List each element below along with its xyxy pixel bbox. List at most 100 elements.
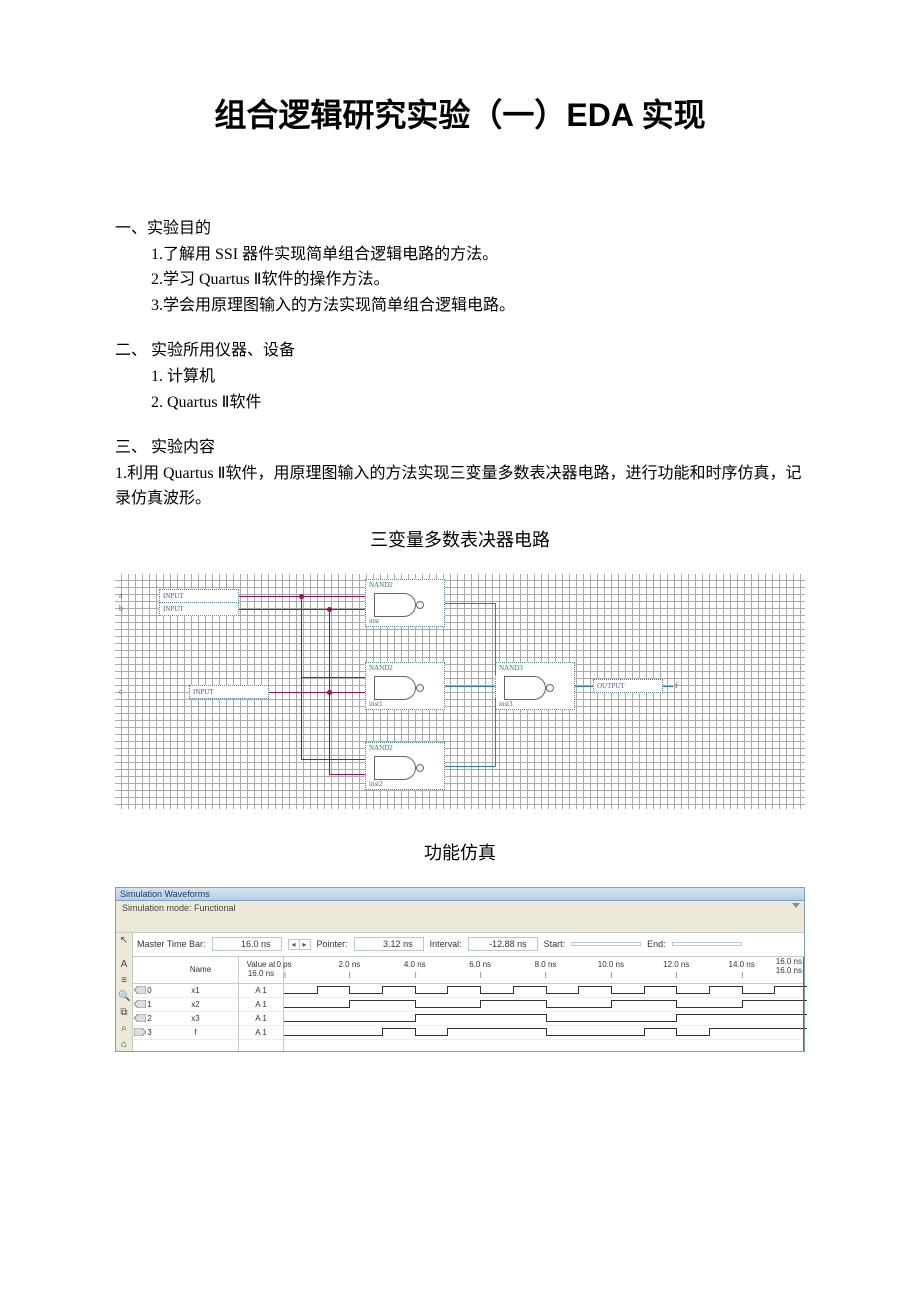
time-ruler: 16.0 ns 16.0 ns 0 ps2.0 ns4.0 ns6.0 ns8.… [284,957,804,984]
input-c-port: INPUT [189,685,269,699]
text-tool-icon[interactable]: A [118,959,130,971]
end-value[interactable] [672,942,742,946]
gate-type: NAND2 [369,581,393,589]
gate-inst: inst3 [499,700,513,708]
wave-row [284,1026,804,1040]
circuit-figure: a INPUT b INPUT c INPUT NAND2 inst NAND2… [115,574,805,809]
wire [239,609,365,610]
pin-icon: 3 [133,1028,153,1037]
gate-type: NAND3 [499,664,523,672]
gate-type: NAND2 [369,744,393,752]
waveform-mode: Simulation mode: Functional [116,901,804,933]
input-c-label: c [119,687,123,696]
signal-name: x2 [153,1000,238,1009]
value-column: Value at 16.0 ns A 1A 1A 1A 1 [239,957,284,1051]
wave-row [284,998,804,1012]
pointer-tool-icon[interactable]: ↖ [118,935,130,947]
page-title: 组合逻辑研究实验（一）EDA 实现 [115,90,805,136]
section-1-item: 1.了解用 SSI 器件实现简单组合逻辑电路的方法。 [115,242,805,268]
wave-area[interactable]: 16.0 ns 16.0 ns 0 ps2.0 ns4.0 ns6.0 ns8.… [284,957,804,1051]
name-column: Name 0x11x22x33f [133,957,239,1051]
time-tick: 14.0 ns [729,960,755,969]
nand-gate-3: NAND2 inst2 [365,742,445,790]
signal-row[interactable]: 1x2 [133,998,238,1012]
section-2-item: 1. 计算机 [115,364,805,390]
nand-gate-2: NAND2 inst1 [365,662,445,710]
search-tool-icon[interactable]: ⌕ [118,1023,130,1035]
home-tool-icon[interactable]: ⌂ [118,1039,130,1051]
waveform-panel: Simulation Waveforms Simulation mode: Fu… [115,887,805,1052]
section-1-item: 2.学习 Quartus Ⅱ软件的操作方法。 [115,267,805,293]
junction [327,690,332,695]
wire [495,697,496,767]
interval-value: -12.88 ns [468,937,538,951]
copy-tool-icon[interactable]: ⧉ [118,1007,130,1019]
signal-value-row: A 1 [239,998,283,1012]
output-f-label: f [675,681,678,690]
interval-label: Interval: [430,939,462,949]
start-value[interactable] [571,942,641,946]
signal-row[interactable]: 2x3 [133,1012,238,1026]
section-3-head: 三、 实验内容 [115,435,805,461]
signal-value: A 1 [239,986,283,995]
wire [445,603,495,604]
nav-buttons[interactable]: ◂▸ [288,939,311,950]
nand-gate-4: NAND3 inst3 [495,662,575,710]
input-b-label: b [119,604,123,613]
wire [663,686,673,687]
section-1-item: 3.学会用原理图输入的方法实现简单组合逻辑电路。 [115,293,805,319]
waveform-figure: Simulation Waveforms Simulation mode: Fu… [115,887,805,1052]
input-a-label: a [119,591,123,600]
wire [301,759,365,760]
master-bar-value[interactable]: 16.0 ns [212,937,282,951]
wire [445,686,495,687]
zoom-tool-icon[interactable]: 🔍 [118,991,130,1003]
circuit-canvas: a INPUT b INPUT c INPUT NAND2 inst NAND2… [115,574,805,809]
pointer-value: 3.12 ns [354,937,424,951]
wire [329,774,365,775]
input-b-port: INPUT [159,602,239,616]
align-tool-icon[interactable]: ≡ [118,975,130,987]
time-tick: 6.0 ns [469,960,491,969]
dropdown-icon[interactable] [792,903,800,908]
output-f-port: OUTPUT [593,679,663,693]
wire [445,766,495,767]
signal-value-row: A 1 [239,1026,283,1040]
pointer-label: Pointer: [317,939,348,949]
pin-icon: 0 [133,986,153,995]
signal-value: A 1 [239,1028,283,1037]
signal-row[interactable]: 0x1 [133,984,238,998]
junction [299,594,304,599]
gate-inst: inst2 [369,780,383,788]
pin-icon: 1 [133,1000,153,1009]
wire [269,692,365,693]
gate-inst: inst1 [369,700,383,708]
signal-name: x3 [153,1014,238,1023]
time-tick: 4.0 ns [404,960,426,969]
signal-name: x1 [153,986,238,995]
signal-row[interactable]: 3f [133,1026,238,1040]
signal-value-row: A 1 [239,1012,283,1026]
signal-value-row: A 1 [239,984,283,998]
waveform-subtitle: 功能仿真 [115,839,805,865]
section-2-item: 2. Quartus Ⅱ软件 [115,390,805,416]
signal-value: A 1 [239,1014,283,1023]
time-cursor[interactable] [803,957,804,1051]
wire [301,677,365,678]
signal-name: f [153,1028,238,1037]
name-header-text: Name [190,966,211,975]
section-1-head: 一、实验目的 [115,216,805,242]
waveform-title: Simulation Waveforms [116,888,804,901]
wire [575,686,593,687]
signal-value: A 1 [239,1000,283,1009]
end-tick: 16.0 ns 16.0 ns [776,958,802,976]
time-tick: 2.0 ns [338,960,360,969]
tool-column: A ≡ 🔍 ⧉ ⌕ ⌂ [116,957,133,1051]
time-tick: 10.0 ns [598,960,624,969]
gate-inst: inst [369,617,379,625]
waveform-info-row: ↖ Master Time Bar: 16.0 ns ◂▸ Pointer: 3… [116,933,804,957]
wire [495,603,496,675]
input-a-port: INPUT [159,589,239,603]
waveform-mode-text: Simulation mode: Functional [122,903,236,913]
circuit-subtitle: 三变量多数表决器电路 [115,526,805,552]
